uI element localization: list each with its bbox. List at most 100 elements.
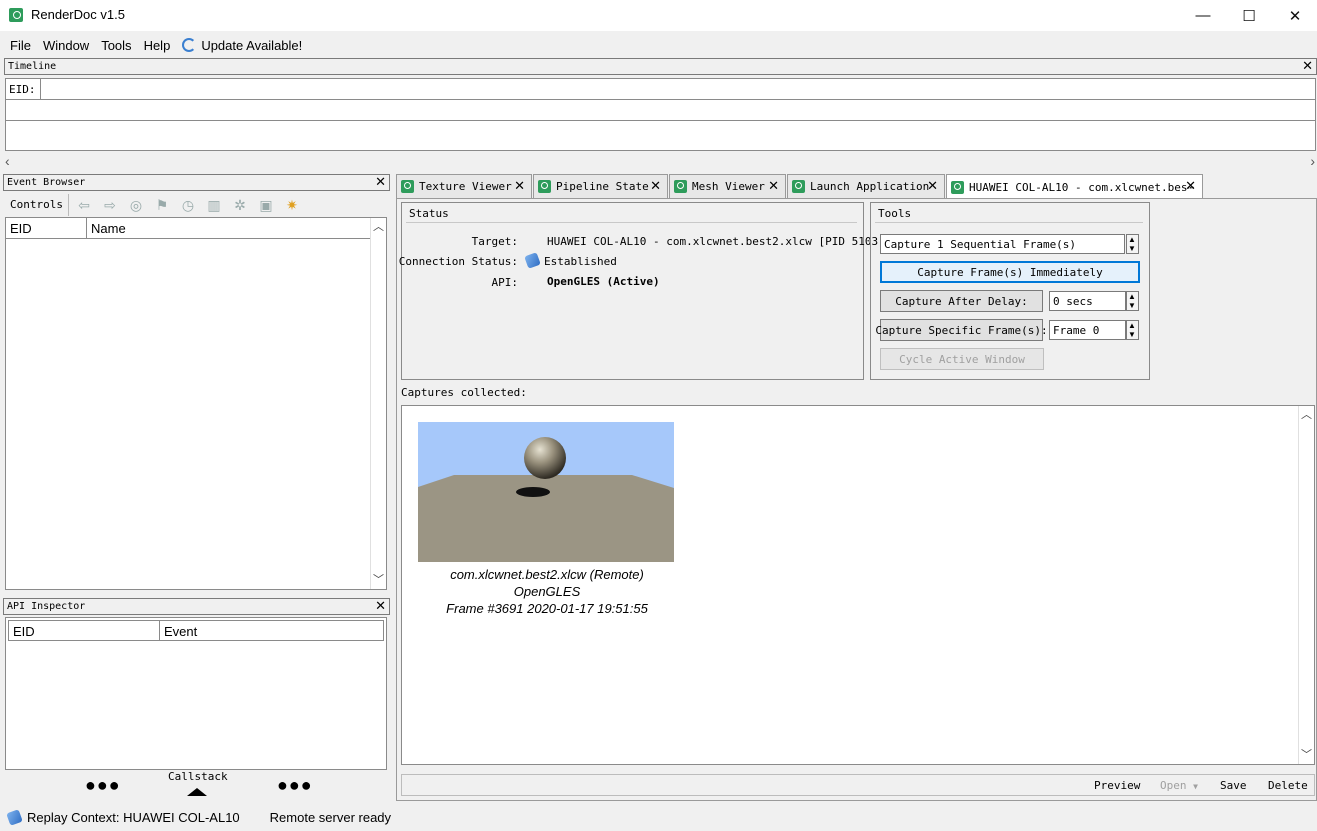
delete-button[interactable]: Delete xyxy=(1268,779,1308,792)
capture-app-name: com.xlcwnet.best2.xlcw (Remote) xyxy=(450,567,644,582)
capture-immediately-button[interactable]: Capture Frame(s) Immediately xyxy=(880,261,1140,283)
status-bar: Replay Context: HUAWEI COL-AL10 Remote s… xyxy=(0,804,1317,831)
capture-thumbnail-image xyxy=(418,422,674,562)
api-event-list[interactable]: EID Event xyxy=(5,617,387,770)
arrow-right-icon[interactable]: ⇨ xyxy=(99,194,121,216)
open-button[interactable]: Open ▼ xyxy=(1160,779,1198,792)
menu-bar: File Window Tools Help Update Available! xyxy=(0,33,1317,57)
tab-label: HUAWEI COL-AL10 - com.xlcwnet.bes⋯ xyxy=(969,180,1195,194)
chevron-down-icon[interactable]: ﹀ xyxy=(373,571,384,587)
event-browser-toolbar: Controls ⇦ ⇨ ◎ ⚑ ◷ ▥ ✲ ▣ ✷ xyxy=(5,193,388,217)
replay-context-icon xyxy=(6,809,23,826)
tab-remote-connection[interactable]: HUAWEI COL-AL10 - com.xlcwnet.bes⋯ ✕ xyxy=(946,174,1203,199)
puzzle-icon[interactable]: ✷ xyxy=(281,194,303,216)
event-browser-title: Event Browser xyxy=(7,177,86,188)
maximize-button[interactable]: ☐ xyxy=(1226,0,1272,31)
menu-tools[interactable]: Tools xyxy=(101,38,131,53)
chevron-up-icon[interactable]: ︿ xyxy=(1301,406,1312,422)
tab-mesh-viewer[interactable]: Mesh Viewer ✕ xyxy=(669,174,786,198)
bar-chart-icon[interactable]: ▥ xyxy=(203,194,225,216)
renderdoc-tab-icon xyxy=(674,180,687,193)
chevron-up-icon[interactable]: ▲ xyxy=(1128,321,1136,330)
close-icon[interactable]: ✕ xyxy=(375,598,386,613)
menu-window[interactable]: Window xyxy=(43,38,89,53)
tab-label: Pipeline State xyxy=(556,180,649,193)
callstack-splitter[interactable]: ●●● Callstack ●●● xyxy=(5,770,387,798)
preview-button[interactable]: Preview xyxy=(1094,779,1140,792)
timeline-row xyxy=(41,79,1315,100)
save-icon[interactable]: ▣ xyxy=(255,194,277,216)
chevron-down-icon[interactable]: ▼ xyxy=(1128,330,1136,339)
clock-icon[interactable]: ◷ xyxy=(177,194,199,216)
tab-label: Texture Viewer xyxy=(419,180,512,193)
capture-item[interactable]: com.xlcwnet.best2.xlcw (Remote) OpenGLES… xyxy=(402,406,702,626)
open-label: Open xyxy=(1160,779,1187,792)
chevron-down-icon[interactable]: ▼ xyxy=(1128,301,1136,310)
close-icon[interactable]: ✕ xyxy=(768,178,779,194)
dropdown-arrow-icon[interactable]: ▼ xyxy=(1193,782,1198,791)
timeline-title: Timeline xyxy=(8,61,57,72)
cycle-active-window-button[interactable]: Cycle Active Window xyxy=(880,348,1044,370)
timeline-horizontal-scrollbar[interactable]: ‹ › xyxy=(4,153,1317,169)
chevron-up-icon[interactable]: ︿ xyxy=(373,218,384,234)
sequential-frames-spinbox[interactable]: Capture 1 Sequential Frame(s) xyxy=(880,234,1125,254)
capture-thumbnail[interactable] xyxy=(418,422,674,562)
tab-label: Launch Application xyxy=(810,180,930,193)
sequential-frames-stepper[interactable]: ▲ ▼ xyxy=(1126,234,1139,254)
timeline-view[interactable]: EID: xyxy=(5,78,1316,151)
column-header-eid[interactable]: EID xyxy=(9,621,160,640)
replay-context-text[interactable]: Replay Context: HUAWEI COL-AL10 xyxy=(27,810,240,825)
close-icon[interactable]: ✕ xyxy=(650,178,661,194)
capture-actions-bar: Preview Open ▼ Save Delete xyxy=(401,774,1315,796)
gear-icon[interactable]: ✲ xyxy=(229,194,251,216)
menu-file[interactable]: File xyxy=(10,38,31,53)
delay-stepper[interactable]: ▲ ▼ xyxy=(1126,291,1139,311)
captures-list[interactable]: com.xlcwnet.best2.xlcw (Remote) OpenGLES… xyxy=(401,405,1315,765)
save-button[interactable]: Save xyxy=(1220,779,1247,792)
delay-spinbox[interactable]: 0 secs xyxy=(1049,291,1126,311)
close-icon[interactable]: ✕ xyxy=(375,174,386,189)
close-icon[interactable]: ✕ xyxy=(514,178,525,194)
api-inspector-title: API Inspector xyxy=(7,601,86,612)
event-list[interactable]: EID Name ︿ ﹀ xyxy=(5,217,387,590)
chevron-up-icon[interactable]: ▲ xyxy=(1128,292,1136,301)
renderdoc-tab-icon xyxy=(792,180,805,193)
timeline-eid-label: EID: xyxy=(6,79,41,100)
divider xyxy=(875,222,1143,223)
close-icon[interactable]: ✕ xyxy=(1185,178,1196,194)
event-list-header: EID Name xyxy=(6,218,372,239)
column-header-event[interactable]: Event xyxy=(160,621,383,640)
close-icon[interactable]: ✕ xyxy=(1302,58,1313,73)
connection-status-label: Connection Status: xyxy=(398,255,518,268)
close-icon[interactable]: ✕ xyxy=(927,178,938,194)
column-header-name[interactable]: Name xyxy=(87,218,372,238)
scroll-left-icon[interactable]: ‹ xyxy=(5,153,10,169)
captures-scrollbar[interactable]: ︿ ﹀ xyxy=(1298,406,1314,764)
column-header-eid[interactable]: EID xyxy=(6,218,87,238)
capture-after-delay-button[interactable]: Capture After Delay: xyxy=(880,290,1043,312)
target-label: Target: xyxy=(471,235,518,248)
tab-launch-application[interactable]: Launch Application ✕ xyxy=(787,174,945,198)
expand-arrow-icon[interactable] xyxy=(187,788,207,796)
menu-help[interactable]: Help xyxy=(144,38,171,53)
minimize-button[interactable]: — xyxy=(1180,0,1226,31)
scroll-right-icon[interactable]: › xyxy=(1310,153,1315,169)
flag-icon[interactable]: ⚑ xyxy=(151,194,173,216)
close-window-button[interactable]: ✕ xyxy=(1272,0,1317,31)
chevron-up-icon[interactable]: ▲ xyxy=(1128,235,1136,244)
tab-pipeline-state[interactable]: Pipeline State ✕ xyxy=(533,174,668,198)
window-title: RenderDoc v1.5 xyxy=(31,7,125,22)
binoculars-icon[interactable]: ◎ xyxy=(125,194,147,216)
capture-specific-frames-button[interactable]: Capture Specific Frame(s): xyxy=(875,319,1048,341)
arrow-left-icon[interactable]: ⇦ xyxy=(73,194,95,216)
tab-texture-viewer[interactable]: Texture Viewer ✕ xyxy=(396,174,532,198)
captures-collected-label: Captures collected: xyxy=(401,386,527,399)
chevron-down-icon[interactable]: ﹀ xyxy=(1301,746,1312,762)
event-list-scrollbar[interactable]: ︿ ﹀ xyxy=(370,218,386,589)
timeline-row xyxy=(6,100,1315,121)
frame-spinbox[interactable]: Frame 0 xyxy=(1049,320,1126,340)
chevron-down-icon[interactable]: ▼ xyxy=(1128,244,1136,253)
divider xyxy=(406,222,857,223)
frame-stepper[interactable]: ▲ ▼ xyxy=(1126,320,1139,340)
update-available-menu[interactable]: Update Available! xyxy=(182,37,302,53)
